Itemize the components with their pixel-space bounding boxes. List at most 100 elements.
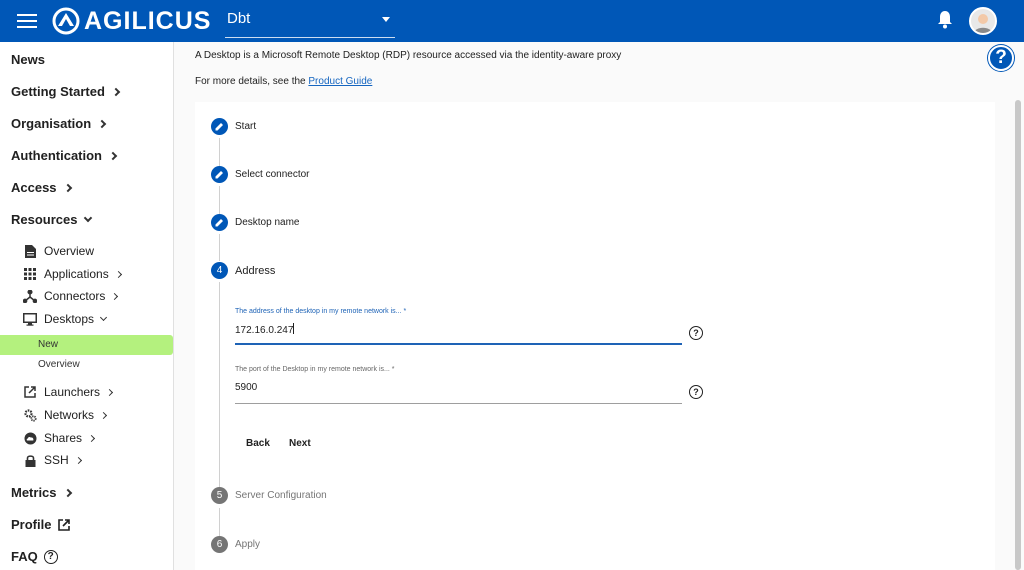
sidebar-item-connectors[interactable]: Connectors: [23, 289, 119, 303]
sidebar-item-label: Access: [11, 180, 57, 195]
scrollbar[interactable]: [1015, 100, 1021, 570]
sidebar-item-ssh[interactable]: SSH: [23, 453, 82, 467]
sidebar-item-label: Connectors: [44, 289, 106, 303]
logo-text: AGILICUS: [84, 6, 212, 35]
chevron-right-icon: [74, 456, 82, 464]
sidebar-item-news[interactable]: News: [11, 52, 45, 67]
external-link-icon: [58, 518, 71, 531]
chevron-down-icon: [99, 313, 108, 321]
apps-grid-icon: [23, 267, 37, 281]
help-button[interactable]: ?: [988, 45, 1014, 71]
sidebar-item-overview[interactable]: Overview: [23, 244, 94, 258]
avatar[interactable]: [969, 7, 997, 35]
chevron-right-icon: [63, 488, 72, 497]
text-cursor: [293, 323, 295, 334]
sidebar-item-launchers[interactable]: Launchers: [23, 385, 114, 399]
sidebar-item-faq[interactable]: FAQ?: [11, 549, 58, 564]
sidebar-item-label: News: [11, 52, 45, 67]
next-button[interactable]: Next: [289, 438, 311, 449]
help-circle-icon[interactable]: ?: [689, 326, 703, 340]
chevron-right-icon: [87, 434, 96, 442]
address-field-label: The address of the desktop in my remote …: [235, 308, 407, 315]
sidebar-item-label: SSH: [44, 453, 69, 467]
pencil-icon: [215, 171, 223, 179]
sidebar-item-label: Getting Started: [11, 84, 105, 99]
chevron-right-icon: [111, 87, 121, 96]
step-apply[interactable]: Apply: [235, 539, 260, 550]
step-server-configuration[interactable]: Server Configuration: [235, 490, 327, 501]
chevron-right-icon: [108, 151, 118, 160]
address-field-value: 172.16.0.247: [235, 325, 294, 336]
lock-icon: [23, 453, 37, 467]
sidebar-item-desktops-overview[interactable]: Overview: [38, 359, 80, 370]
port-field[interactable]: 5900: [235, 382, 257, 393]
document-icon: [23, 244, 37, 258]
sidebar-item-metrics[interactable]: Metrics: [11, 485, 72, 500]
product-guide-link[interactable]: Product Guide: [308, 76, 372, 87]
sidebar-item-label: Profile: [11, 517, 52, 532]
step-number-pending: 6: [211, 536, 228, 553]
sidebar-item-shares[interactable]: Shares: [23, 431, 96, 445]
hub-icon: [23, 289, 37, 303]
sidebar-item-label: Desktops: [44, 312, 95, 326]
sidebar-item-label: Applications: [44, 267, 109, 281]
sidebar-item-networks[interactable]: Networks: [23, 408, 108, 422]
step-connector: [219, 138, 220, 166]
sidebar-item-label: Launchers: [44, 385, 101, 399]
sidebar-item-applications[interactable]: Applications: [23, 267, 122, 281]
help-circle-icon[interactable]: ?: [689, 385, 703, 399]
port-field-label: The port of the Desktop in my remote net…: [235, 366, 395, 373]
chevron-down-icon: [84, 213, 93, 222]
chevron-right-icon: [63, 183, 72, 192]
chevron-right-icon: [99, 411, 108, 419]
chevron-right-icon: [97, 119, 107, 128]
step-connector: [219, 508, 220, 536]
step-desktop-name[interactable]: Desktop name: [235, 217, 299, 228]
sidebar-item-resources[interactable]: Resources: [11, 212, 93, 227]
sidebar-item-label: Metrics: [11, 485, 57, 500]
back-button[interactable]: Back: [246, 438, 270, 449]
chevron-right-icon: [106, 388, 114, 396]
sidebar-item-label: Authentication: [11, 148, 102, 163]
sidebar-item-access[interactable]: Access: [11, 180, 72, 195]
step-done-marker: [211, 166, 228, 183]
step-address[interactable]: Address: [235, 265, 275, 277]
chevron-right-icon: [114, 270, 122, 278]
address-field-underline: [235, 343, 682, 345]
step-connector: [219, 282, 220, 487]
details-prefix: For more details, see the: [195, 76, 309, 87]
sidebar-item-desktops-new[interactable]: New: [38, 339, 58, 350]
agilicus-logo-icon: [52, 7, 80, 35]
details-line: For more details, see the Product Guide: [195, 76, 372, 87]
port-field-underline: [235, 403, 682, 404]
step-start[interactable]: Start: [235, 121, 256, 132]
sidebar: News Getting Started Organisation Authen…: [0, 42, 174, 570]
org-selector[interactable]: Dbt: [225, 6, 395, 38]
menu-icon[interactable]: [17, 14, 37, 28]
step-select-connector[interactable]: Select connector: [235, 169, 310, 180]
step-done-marker: [211, 214, 228, 231]
sidebar-item-label: Organisation: [11, 116, 92, 131]
external-link-icon: [23, 385, 37, 399]
step-connector: [219, 234, 220, 261]
address-field[interactable]: 172.16.0.247: [235, 323, 295, 336]
pencil-icon: [215, 219, 223, 227]
pencil-icon: [215, 123, 223, 131]
help-circle-icon: ?: [43, 549, 58, 564]
step-number-pending: 5: [211, 487, 228, 504]
sidebar-item-label: FAQ: [11, 549, 38, 564]
sidebar-item-profile[interactable]: Profile: [11, 517, 71, 532]
sidebar-item-authentication[interactable]: Authentication: [11, 148, 118, 163]
step-connector: [219, 186, 220, 214]
chevron-right-icon: [111, 292, 119, 300]
sidebar-item-getting-started[interactable]: Getting Started: [11, 84, 121, 99]
sidebar-item-desktops[interactable]: Desktops: [23, 312, 108, 326]
logo[interactable]: AGILICUS: [52, 7, 211, 36]
org-selector-value: Dbt: [227, 10, 251, 27]
intro-text: A Desktop is a Microsoft Remote Desktop …: [195, 50, 622, 61]
sidebar-item-label: Overview: [44, 244, 95, 258]
sidebar-item-label: Shares: [44, 431, 83, 445]
step-number-active: 4: [211, 262, 228, 279]
bell-icon[interactable]: [937, 10, 953, 30]
sidebar-item-organisation[interactable]: Organisation: [11, 116, 107, 131]
